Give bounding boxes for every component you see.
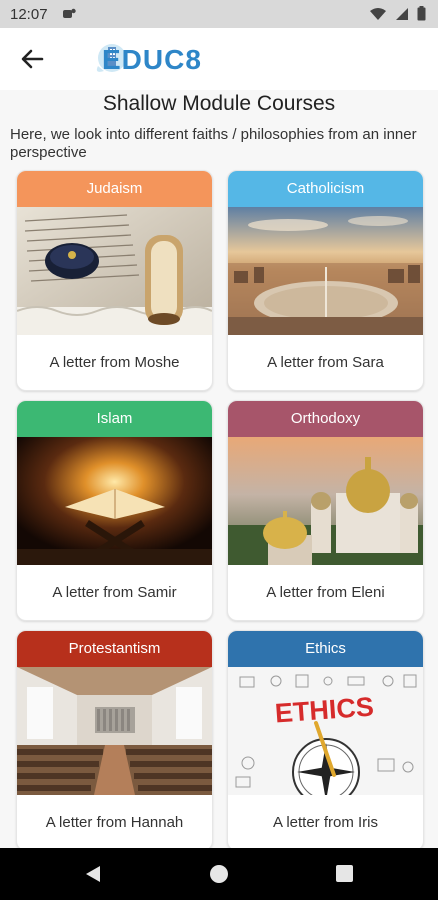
course-caption-orthodoxy: A letter from Eleni	[266, 584, 385, 601]
system-nav-bar	[0, 848, 438, 900]
course-caption-catholicism: A letter from Sara	[267, 354, 384, 371]
page-subtitle: Here, we look into different faiths / ph…	[10, 126, 417, 161]
islam-image	[17, 437, 212, 565]
course-caption-judaism: A letter from Moshe	[49, 354, 180, 371]
course-title-judaism: Judaism	[17, 171, 212, 207]
signal-icon	[396, 7, 408, 20]
course-title-ethics: Ethics	[228, 631, 423, 667]
course-card-judaism[interactable]: Judaism A letter from Moshe	[16, 170, 213, 391]
course-caption-protestantism: A letter from Hannah	[45, 814, 184, 831]
page-title: Shallow Module Courses	[102, 92, 336, 115]
protestantism-image	[17, 667, 212, 795]
nav-recents-icon[interactable]	[336, 865, 353, 882]
status-time: 12:07	[10, 6, 48, 23]
course-title-islam: Islam	[17, 401, 212, 437]
course-card-catholicism[interactable]: Catholicism A letter from Sara	[227, 170, 424, 391]
course-caption-ethics: A letter from Iris	[272, 814, 379, 831]
app-logo: EDUC8	[96, 44, 202, 75]
course-caption-islam: A letter from Samir	[52, 584, 177, 601]
back-arrow-icon[interactable]	[18, 46, 46, 72]
orthodoxy-image	[228, 437, 423, 565]
course-title-catholicism: Catholicism	[228, 171, 423, 207]
catholicism-image	[228, 207, 423, 335]
status-bar: 12:07	[0, 0, 438, 28]
app-bar: EDUC8	[0, 28, 438, 90]
notification-icon	[63, 8, 76, 18]
course-title-orthodoxy: Orthodoxy	[228, 401, 423, 437]
nav-home-icon[interactable]	[210, 865, 228, 883]
wifi-icon	[370, 7, 386, 20]
course-card-protestantism[interactable]: Protestantism A letter from Hannah	[16, 630, 213, 848]
battery-icon	[417, 6, 426, 21]
judaism-image	[17, 207, 212, 335]
nav-back-icon[interactable]	[84, 865, 102, 883]
course-card-ethics[interactable]: Ethics ETHICS A letter from Iris	[227, 630, 424, 848]
course-card-islam[interactable]: Islam A letter from Samir	[16, 400, 213, 621]
course-title-protestantism: Protestantism	[17, 631, 212, 667]
content-area: Shallow Module Courses Here, we look int…	[0, 90, 438, 848]
ethics-image: ETHICS	[228, 667, 423, 795]
course-card-orthodoxy[interactable]: Orthodoxy A letter from Eleni	[227, 400, 424, 621]
logo-text: EDUC8	[102, 44, 202, 75]
